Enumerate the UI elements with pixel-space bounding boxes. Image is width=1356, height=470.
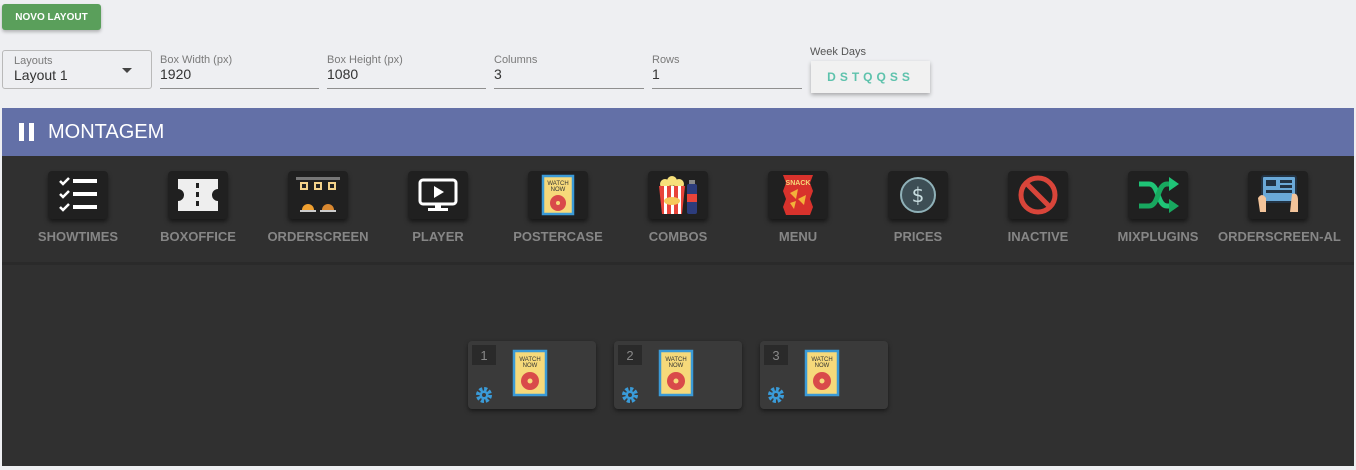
layout-stage: 1 WATCH NOW 2 WATCH NOW 3 WATCH NOW	[2, 265, 1354, 466]
plugin-orderscreen[interactable]: ORDERSCREEN	[258, 171, 378, 244]
section-title: MONTAGEM	[48, 120, 165, 143]
gear-icon[interactable]	[766, 385, 786, 405]
plugin-name: PRICES	[893, 229, 943, 244]
poster-icon: WATCH NOW	[804, 349, 840, 397]
box-width-label: Box Width (px)	[160, 54, 233, 66]
box-height-field[interactable]: Box Height (px) 1080	[327, 50, 486, 89]
poster-icon: WATCH NOW	[512, 349, 548, 397]
layouts-select[interactable]: Layouts Layout 1	[2, 50, 152, 89]
layouts-value: Layout 1	[14, 67, 68, 83]
poster-icon: WATCH NOW	[528, 171, 588, 219]
svg-text:SNACK: SNACK	[786, 180, 811, 187]
plugin-boxoffice[interactable]: BOXOFFICE	[138, 171, 258, 244]
plugin-mixplugins[interactable]: MIXPLUGINS	[1098, 171, 1218, 244]
food-order-icon	[288, 171, 348, 219]
plugin-inactive[interactable]: INACTIVE	[978, 171, 1098, 244]
plugin-name: SHOWTIMES	[37, 229, 119, 244]
box-height-label: Box Height (px)	[327, 54, 403, 66]
svg-text:NOW: NOW	[815, 363, 830, 369]
box-width-value[interactable]: 1920	[160, 66, 191, 82]
plugin-name: MIXPLUGINS	[1117, 229, 1199, 244]
rows-field[interactable]: Rows 1	[652, 50, 802, 89]
grid-cell[interactable]: 1 WATCH NOW	[468, 341, 596, 409]
plugin-player[interactable]: PLAYER	[378, 171, 498, 244]
plugin-name: PLAYER	[412, 229, 464, 244]
plugin-name: MENU	[778, 229, 818, 244]
tablet-order-icon	[1248, 171, 1308, 219]
plugin-showtimes[interactable]: SHOWTIMES	[18, 171, 138, 244]
plugin-name: POSTERCASE	[513, 229, 603, 244]
columns-label: Columns	[494, 54, 538, 66]
plugin-orderscreen-al[interactable]: ORDERSCREEN-AL	[1218, 171, 1341, 244]
pause-icon[interactable]	[19, 123, 34, 141]
plugin-name: BOXOFFICE	[160, 229, 236, 244]
ticket-icon	[168, 171, 228, 219]
cell-number: 2	[618, 345, 642, 365]
plugin-name: ORDERSCREEN-AL	[1218, 229, 1341, 244]
columns-field[interactable]: Columns 3	[494, 50, 644, 89]
grid-cell[interactable]: 2 WATCH NOW	[614, 341, 742, 409]
poster-icon: WATCH NOW	[658, 349, 694, 397]
plugin-prices[interactable]: $ PRICES	[858, 171, 978, 244]
new-layout-button[interactable]: NOVO LAYOUT	[2, 4, 101, 30]
box-width-field[interactable]: Box Width (px) 1920	[160, 50, 319, 89]
svg-text:NOW: NOW	[523, 363, 538, 369]
snack-icon: SNACK	[768, 171, 828, 219]
rows-label: Rows	[652, 54, 680, 66]
box-height-value[interactable]: 1080	[327, 66, 358, 82]
plugin-menu[interactable]: SNACK MENU	[738, 171, 858, 244]
checklist-icon	[48, 171, 108, 219]
layouts-label: Layouts	[14, 55, 53, 67]
plugin-name: COMBOS	[648, 229, 708, 244]
caret-down-icon	[122, 68, 132, 73]
dollar-icon: $	[888, 171, 948, 219]
gear-icon[interactable]	[620, 385, 640, 405]
monitor-play-icon	[408, 171, 468, 219]
popcorn-icon	[648, 171, 708, 219]
grid-cell[interactable]: 3 WATCH NOW	[760, 341, 888, 409]
cell-number: 1	[472, 345, 496, 365]
plugin-postercase[interactable]: WATCH NOW POSTERCASE	[498, 171, 618, 244]
plugin-combos[interactable]: COMBOS	[618, 171, 738, 244]
prohibited-icon	[1008, 171, 1068, 219]
columns-value[interactable]: 3	[494, 66, 502, 82]
shuffle-icon	[1128, 171, 1188, 219]
svg-text:$: $	[912, 183, 925, 207]
week-days-button[interactable]: DSTQQSS	[811, 61, 930, 93]
rows-value[interactable]: 1	[652, 66, 660, 82]
cell-number: 3	[764, 345, 788, 365]
plugin-palette: SHOWTIMES BOXOFFICE ORDERSCREEN PLAYER W…	[2, 156, 1354, 265]
plugin-name: ORDERSCREEN	[267, 229, 369, 244]
svg-text:NOW: NOW	[551, 187, 566, 193]
plugin-name: INACTIVE	[1007, 229, 1069, 244]
gear-icon[interactable]	[474, 385, 494, 405]
svg-text:NOW: NOW	[669, 363, 684, 369]
section-header: MONTAGEM	[2, 108, 1354, 156]
week-days-label: Week Days	[810, 46, 867, 58]
